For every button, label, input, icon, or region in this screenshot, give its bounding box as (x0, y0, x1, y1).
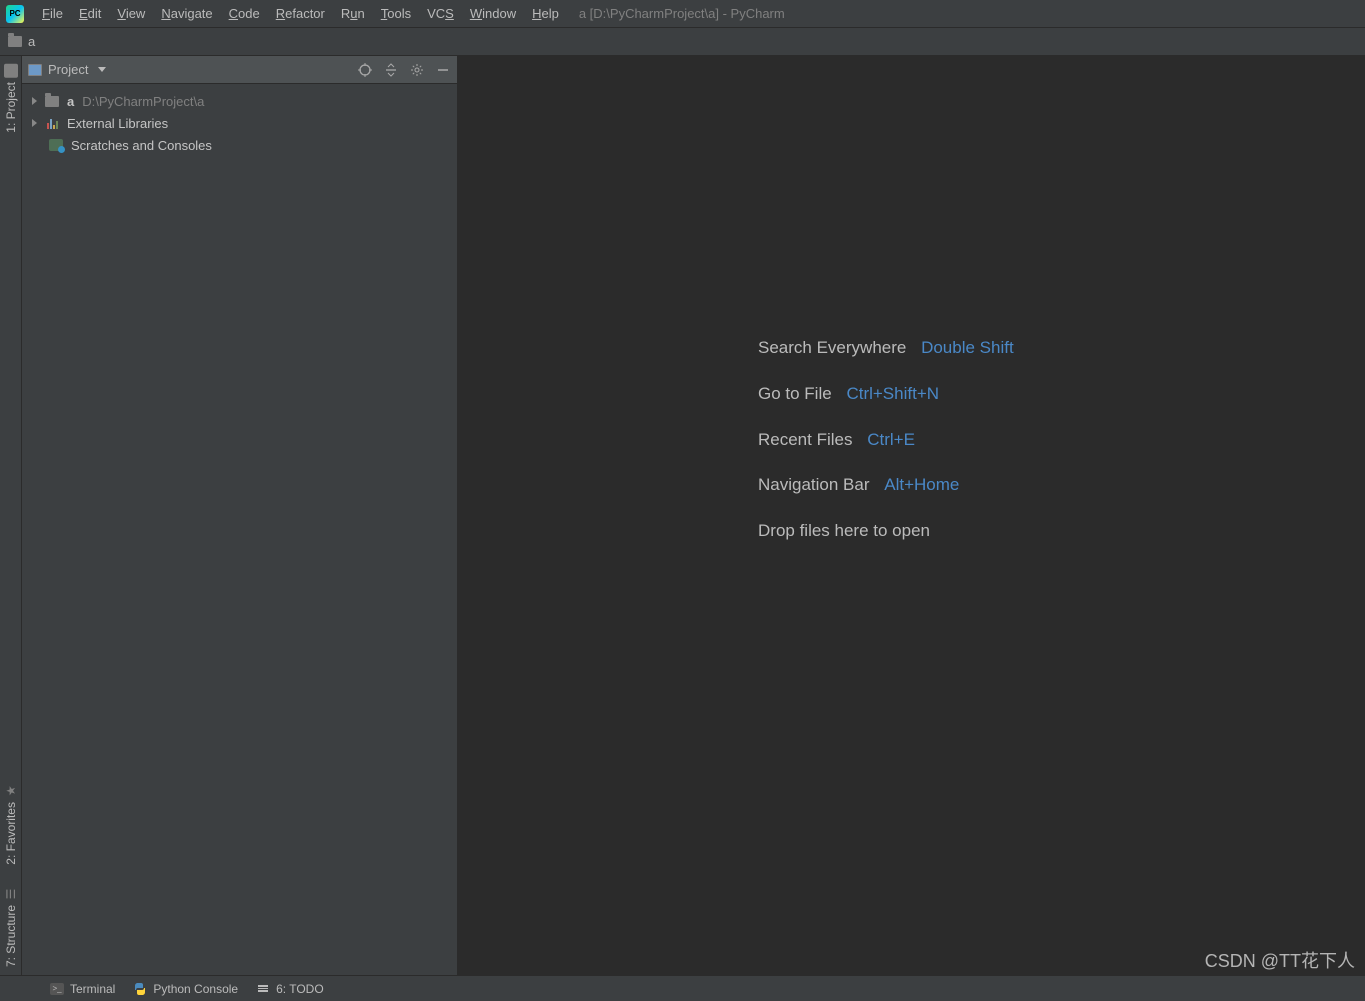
tool-tab-favorites[interactable]: 2: Favorites ★ (1, 776, 21, 873)
project-view-icon (28, 64, 42, 76)
tool-tab-structure-label: 7: Structure (4, 905, 18, 967)
hint-search-everywhere: Search Everywhere Double Shift (758, 336, 1014, 360)
menu-code[interactable]: Code (221, 0, 268, 27)
python-icon (133, 983, 147, 995)
tool-tab-todo[interactable]: 6: TODO (256, 982, 324, 996)
tool-tab-favorites-label: 2: Favorites (4, 802, 18, 865)
hint-label: Search Everywhere (758, 338, 906, 357)
main-area: 1: Project 2: Favorites ★ 7: Structure ☰… (0, 56, 1365, 975)
tree-root-node[interactable]: a D:\PyCharmProject\a (22, 90, 457, 112)
hint-shortcut: Double Shift (921, 338, 1014, 357)
menu-bar: PC File Edit View Navigate Code Refactor… (0, 0, 1365, 28)
hint-label: Drop files here to open (758, 521, 930, 540)
structure-icon: ☰ (4, 887, 18, 901)
tool-tab-python-console[interactable]: Python Console (133, 982, 238, 996)
star-icon: ★ (4, 784, 18, 798)
menu-edit[interactable]: Edit (71, 0, 109, 27)
navigation-bar[interactable]: a (0, 28, 1365, 56)
menu-help[interactable]: Help (524, 0, 567, 27)
hint-drop-files: Drop files here to open (758, 519, 1014, 543)
scratches-icon (49, 138, 63, 152)
menu-tools[interactable]: Tools (373, 0, 419, 27)
list-icon (256, 983, 270, 995)
terminal-icon: >_ (50, 983, 64, 995)
tool-tab-structure[interactable]: 7: Structure ☰ (1, 879, 21, 975)
pycharm-app-icon: PC (6, 5, 24, 23)
locate-icon[interactable] (357, 62, 373, 78)
project-tree[interactable]: a D:\PyCharmProject\a External Libraries… (22, 84, 457, 975)
tree-external-libraries-label: External Libraries (67, 116, 168, 131)
tool-tab-python-console-label: Python Console (153, 982, 238, 996)
editor-empty-area[interactable]: Search Everywhere Double Shift Go to Fil… (458, 56, 1365, 975)
tool-tab-todo-label: 6: TODO (276, 982, 324, 996)
left-tool-gutter: 1: Project 2: Favorites ★ 7: Structure ☰ (0, 56, 22, 975)
hide-icon[interactable] (435, 62, 451, 78)
project-view-selector[interactable]: Project (28, 62, 106, 77)
menu-window[interactable]: Window (462, 0, 524, 27)
folder-icon (8, 36, 22, 47)
hint-shortcut: Ctrl+E (867, 430, 915, 449)
tree-scratches-label: Scratches and Consoles (71, 138, 212, 153)
menu-refactor[interactable]: Refactor (268, 0, 333, 27)
project-tool-header: Project (22, 56, 457, 84)
project-view-label: Project (48, 62, 88, 77)
menu-file[interactable]: File (34, 0, 71, 27)
expand-arrow-icon[interactable] (32, 97, 37, 105)
tree-root-path: D:\PyCharmProject\a (82, 94, 204, 109)
window-title: a [D:\PyCharmProject\a] - PyCharm (579, 6, 785, 21)
menu-run[interactable]: Run (333, 0, 373, 27)
hint-navigation-bar: Navigation Bar Alt+Home (758, 473, 1014, 497)
hint-shortcut: Ctrl+Shift+N (846, 384, 939, 403)
project-icon (4, 64, 18, 78)
hint-goto-file: Go to File Ctrl+Shift+N (758, 382, 1014, 406)
tree-root-label: a (67, 94, 74, 109)
tool-tab-project[interactable]: 1: Project (1, 56, 21, 141)
folder-icon (45, 94, 59, 108)
tree-external-libraries[interactable]: External Libraries (22, 112, 457, 134)
hint-label: Go to File (758, 384, 832, 403)
hint-label: Recent Files (758, 430, 852, 449)
tree-scratches[interactable]: Scratches and Consoles (22, 134, 457, 156)
chevron-down-icon (98, 67, 106, 72)
hint-shortcut: Alt+Home (884, 475, 959, 494)
breadcrumb-label: a (28, 34, 35, 49)
hint-label: Navigation Bar (758, 475, 870, 494)
expand-arrow-icon[interactable] (32, 119, 37, 127)
gear-icon[interactable] (409, 62, 425, 78)
tool-tab-terminal[interactable]: >_ Terminal (50, 982, 115, 996)
project-tool-window: Project a (22, 56, 458, 975)
menu-navigate[interactable]: Navigate (153, 0, 220, 27)
tool-tab-project-label: 1: Project (4, 82, 18, 133)
hint-recent-files: Recent Files Ctrl+E (758, 428, 1014, 452)
bottom-tool-bar: >_ Terminal Python Console 6: TODO (0, 975, 1365, 1001)
empty-editor-hints: Search Everywhere Double Shift Go to Fil… (758, 336, 1014, 565)
tool-tab-terminal-label: Terminal (70, 982, 115, 996)
menu-vcs[interactable]: VCS (419, 0, 462, 27)
libraries-icon (45, 116, 59, 130)
menu-view[interactable]: View (109, 0, 153, 27)
collapse-all-icon[interactable] (383, 62, 399, 78)
